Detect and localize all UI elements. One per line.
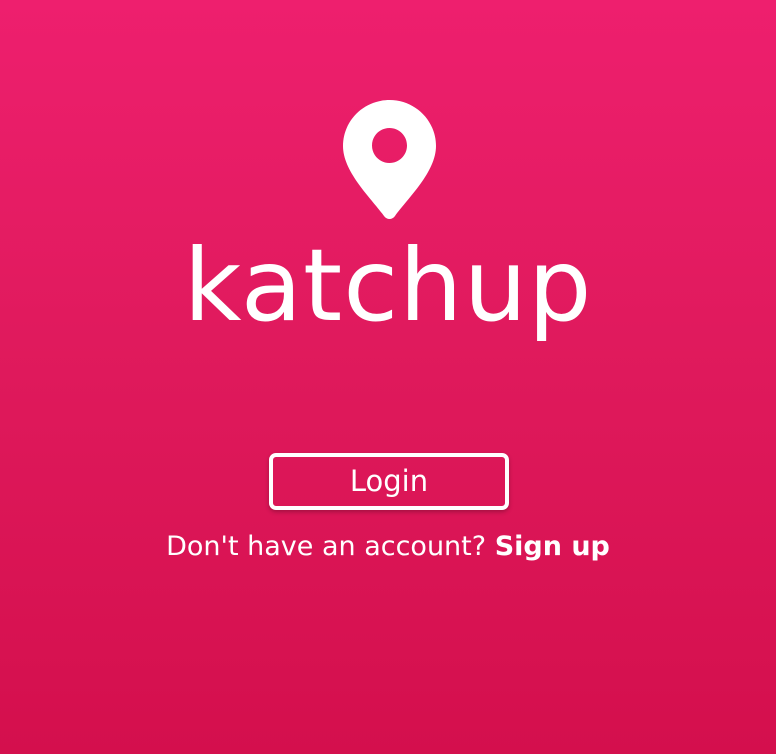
map-pin-icon <box>343 100 436 219</box>
login-button[interactable]: Login <box>269 453 509 510</box>
brand-name: katchup <box>183 227 593 344</box>
signup-prompt: Don't have an account? Sign up <box>0 527 776 567</box>
signup-prompt-text: Don't have an account? <box>166 531 487 562</box>
signup-link[interactable]: Sign up <box>495 531 610 562</box>
